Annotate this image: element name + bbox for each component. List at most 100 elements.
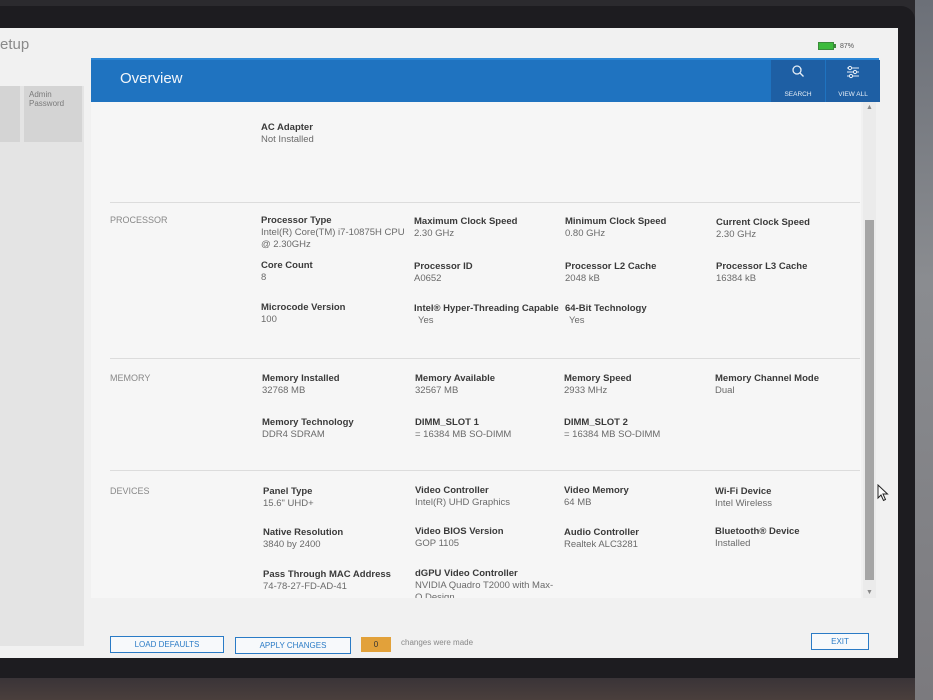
item-value: GOP 1105	[415, 538, 460, 549]
item-key: Processor ID	[414, 261, 473, 272]
nav-tile-admin-password[interactable]: Admin Password	[24, 86, 82, 142]
item-key: AC Adapter	[261, 122, 313, 133]
view-all-button[interactable]: VIEW ALL	[826, 60, 880, 102]
item-key: Bluetooth® Device	[715, 526, 800, 537]
item-value: Yes	[569, 315, 585, 326]
battery-percent: 87%	[840, 42, 855, 50]
item-key: Memory Channel Mode	[715, 373, 819, 384]
item-value: Not Installed	[261, 134, 314, 145]
item-key: Core Count	[261, 260, 313, 271]
item-value: Intel(R) Core(TM) i7-10875H CPU @ 2.30GH…	[261, 227, 405, 250]
item-key: Video BIOS Version	[415, 526, 504, 537]
item-value: 8	[261, 272, 267, 283]
item-value: 0.80 GHz	[565, 228, 606, 239]
info-item: Memory Speed 2933 MHz	[564, 373, 709, 397]
item-key: Memory Available	[415, 373, 496, 384]
scroll-up-arrow-icon[interactable]: ▲	[866, 104, 873, 111]
item-value: Yes	[418, 315, 434, 326]
info-item: Video BIOS Version GOP 1105	[415, 526, 560, 550]
item-key: Minimum Clock Speed	[565, 216, 667, 227]
section-label-processor: PROCESSOR	[110, 215, 168, 225]
info-item: Processor Type Intel(R) Core(TM) i7-1087…	[261, 215, 406, 251]
item-value: 2.30 GHz	[716, 229, 757, 240]
item-value: 2.30 GHz	[414, 228, 455, 239]
item-key: Microcode Version	[261, 302, 346, 313]
overview-header: Overview SEARCH VIEW ALL	[91, 58, 880, 102]
section-label-devices: DEVICES	[110, 486, 150, 496]
item-key: Memory Technology	[262, 417, 354, 428]
item-value: NVIDIA Quadro T2000 with Max-Q Design	[415, 580, 554, 598]
laptop-bezel: etup 87% Admin Password Overview SEARCH	[0, 6, 915, 678]
info-item: Memory Available 32567 MB	[415, 373, 560, 397]
search-button[interactable]: SEARCH	[771, 60, 825, 102]
battery-indicator: 87%	[818, 42, 854, 50]
nav-tile-previous[interactable]	[0, 86, 20, 142]
item-key: Processor L2 Cache	[565, 261, 657, 272]
divider	[110, 202, 860, 203]
item-value: Intel(R) UHD Graphics	[415, 497, 511, 508]
item-key: Native Resolution	[263, 527, 344, 538]
item-key: Video Memory	[564, 485, 629, 496]
item-value: 2048 kB	[565, 273, 600, 284]
item-value: 16384 kB	[716, 273, 757, 284]
load-defaults-button[interactable]: LOAD DEFAULTS	[110, 636, 224, 653]
item-key: Memory Installed	[262, 373, 340, 384]
exit-button[interactable]: EXIT	[811, 633, 869, 650]
item-value: = 16384 MB SO-DIMM	[564, 429, 661, 440]
item-key: Panel Type	[263, 486, 313, 497]
info-item: Video Memory 64 MB	[564, 485, 709, 509]
desk-surface	[0, 678, 933, 700]
section-label-memory: MEMORY	[110, 373, 151, 383]
info-item: Wi-Fi Device Intel Wireless	[715, 486, 860, 510]
ac-adapter-item: AC Adapter Not Installed	[261, 122, 406, 146]
info-item: Panel Type 15.6" UHD+	[263, 486, 408, 510]
battery-icon	[818, 42, 836, 50]
info-item: Native Resolution 3840 by 2400	[263, 527, 408, 551]
bios-screen: etup 87% Admin Password Overview SEARCH	[0, 28, 898, 658]
item-key: Memory Speed	[564, 373, 632, 384]
left-nav: Admin Password	[0, 86, 84, 646]
item-value: 100	[261, 314, 277, 325]
changes-count-badge: 0	[361, 637, 391, 652]
item-value: Installed	[715, 538, 751, 549]
search-icon	[792, 65, 804, 77]
changes-text: changes were made	[401, 638, 474, 647]
item-key: Processor Type	[261, 215, 332, 226]
info-item: Memory Technology DDR4 SDRAM	[262, 417, 407, 441]
info-item: Processor L3 Cache 16384 kB	[716, 261, 861, 285]
item-value: Realtek ALC3281	[564, 539, 638, 550]
scroll-down-arrow-icon[interactable]: ▼	[866, 589, 873, 596]
mouse-cursor-icon	[877, 484, 889, 502]
item-key: 64-Bit Technology	[565, 303, 647, 314]
info-item: DIMM_SLOT 2 = 16384 MB SO-DIMM	[564, 417, 709, 441]
item-key: Audio Controller	[564, 527, 639, 538]
info-item: Pass Through MAC Address 74-78-27-FD-AD-…	[263, 569, 408, 593]
info-item: Core Count 8	[261, 260, 406, 284]
item-key: DIMM_SLOT 2	[564, 417, 628, 428]
vertical-scrollbar[interactable]: ▲ ▼	[863, 102, 876, 598]
scroll-thumb[interactable]	[865, 220, 874, 580]
apply-changes-button[interactable]: APPLY CHANGES	[235, 637, 351, 654]
divider	[110, 358, 860, 359]
item-value: Intel Wireless	[715, 498, 773, 509]
info-item: Memory Channel Mode Dual	[715, 373, 860, 397]
info-item: Memory Installed 32768 MB	[262, 373, 407, 397]
info-item: Microcode Version 100	[261, 302, 406, 326]
info-item: Audio Controller Realtek ALC3281	[564, 527, 709, 551]
item-value: 3840 by 2400	[263, 539, 321, 550]
item-value: Dual	[715, 385, 735, 396]
info-item: Bluetooth® Device Installed	[715, 526, 860, 550]
info-item: Processor ID A0652	[414, 261, 559, 285]
info-item: DIMM_SLOT 1 = 16384 MB SO-DIMM	[415, 417, 560, 441]
item-key: Processor L3 Cache	[716, 261, 808, 272]
item-key: Maximum Clock Speed	[414, 216, 518, 227]
info-item: Intel® Hyper-Threading Capable Yes	[414, 303, 564, 327]
item-value: 64 MB	[564, 497, 592, 508]
item-value: A0652	[414, 273, 442, 284]
info-item: Maximum Clock Speed 2.30 GHz	[414, 216, 559, 240]
divider	[110, 470, 860, 471]
info-item: 64-Bit Technology Yes	[565, 303, 710, 327]
window-title: etup	[0, 36, 30, 53]
overview-content: AC Adapter Not Installed PROCESSOR Proce…	[91, 102, 861, 598]
view-all-label: VIEW ALL	[838, 91, 868, 98]
